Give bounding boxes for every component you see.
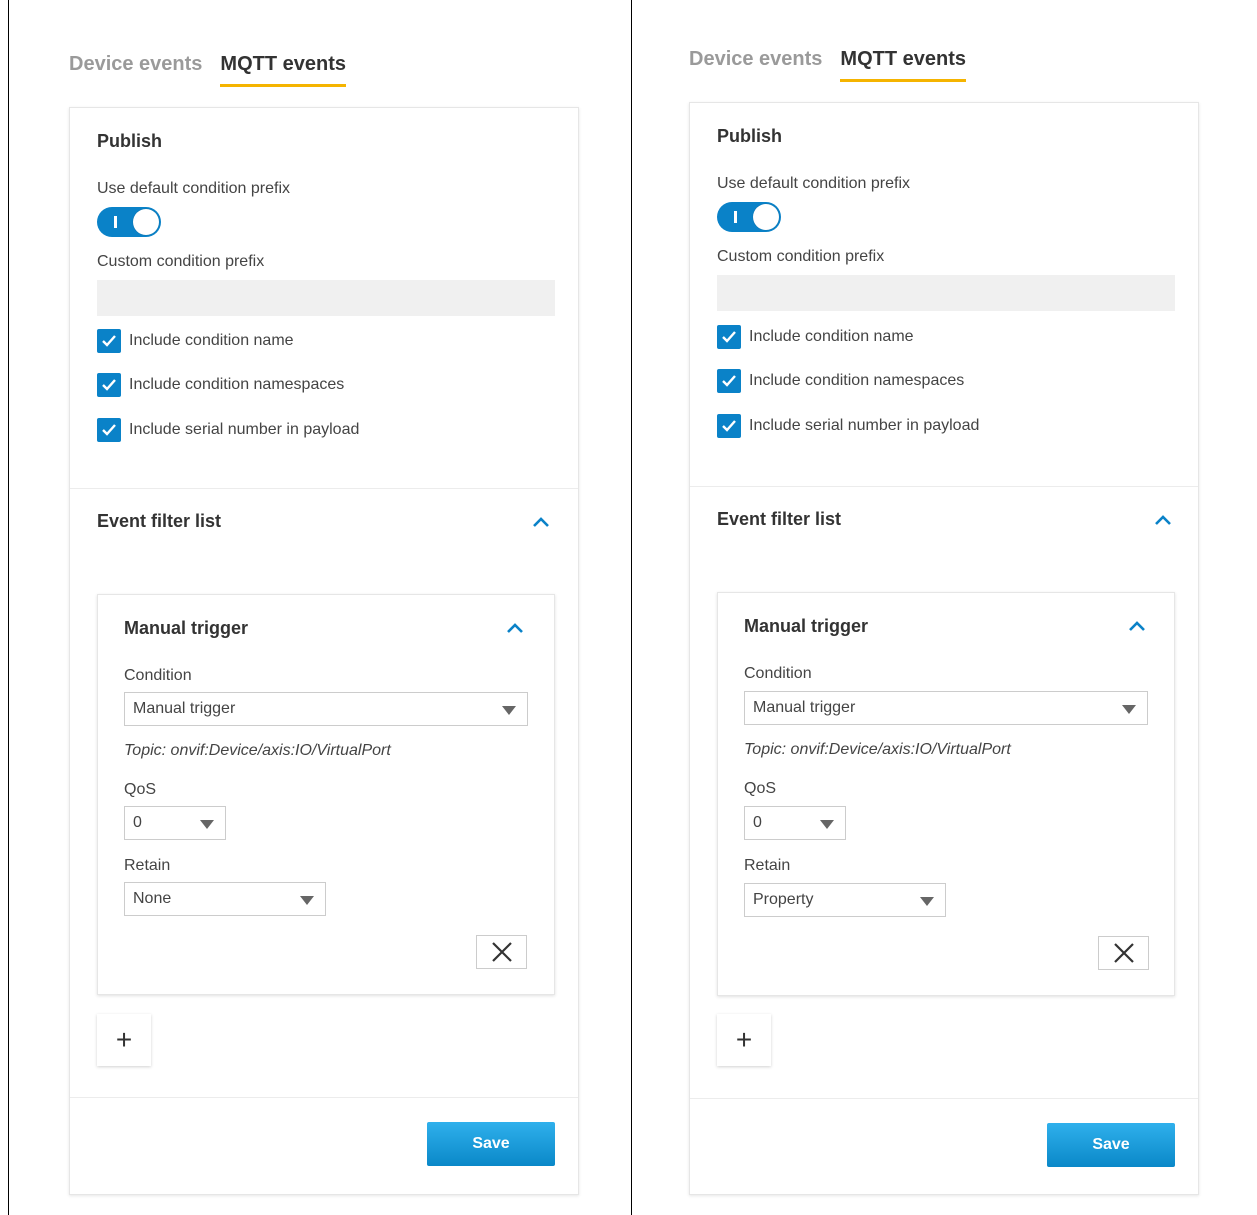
retain-value: None: [133, 890, 172, 907]
qos-value: 0: [753, 814, 762, 831]
dropdown-arrow-icon: [300, 896, 314, 905]
toggle-on-mark: [734, 211, 737, 223]
qos-select[interactable]: 0: [744, 806, 846, 840]
filter-item-title: Manual trigger: [124, 618, 249, 638]
close-icon: [1113, 943, 1134, 963]
checkbox-checked-icon: [97, 418, 121, 442]
qos-label: QoS: [124, 781, 157, 798]
include-condition-name-checkbox[interactable]: Include condition name: [717, 325, 914, 349]
checkbox-label: Include serial number in payload: [749, 417, 980, 434]
custom-prefix-label: Custom condition prefix: [97, 253, 265, 270]
chevron-up-icon[interactable]: [1128, 619, 1146, 637]
checkbox-label: Include serial number in payload: [129, 421, 360, 438]
retain-select[interactable]: None: [124, 882, 326, 916]
dropdown-arrow-icon: [502, 706, 516, 715]
tab-mqtt-events[interactable]: MQTT events: [840, 48, 966, 82]
chevron-up-icon[interactable]: [506, 621, 524, 639]
save-section: Save: [690, 1098, 1198, 1194]
condition-value: Manual trigger: [133, 700, 236, 717]
condition-value: Manual trigger: [753, 699, 856, 716]
include-condition-namespaces-checkbox[interactable]: Include condition namespaces: [717, 369, 964, 393]
publish-section: Publish Use default condition prefix Cus…: [690, 103, 1198, 486]
mqtt-settings-card: Publish Use default condition prefix Cus…: [689, 102, 1199, 1195]
qos-label: QoS: [744, 780, 777, 797]
remove-filter-button[interactable]: [1098, 936, 1149, 970]
save-button[interactable]: Save: [1047, 1123, 1175, 1167]
save-section: Save: [70, 1097, 578, 1194]
retain-value: Property: [753, 891, 814, 908]
default-prefix-toggle[interactable]: [97, 207, 161, 237]
event-tabs: Device events MQTT events: [69, 53, 346, 87]
dropdown-arrow-icon: [920, 897, 934, 906]
event-filter-title: Event filter list: [97, 511, 222, 531]
chevron-up-icon[interactable]: [532, 515, 550, 533]
filter-item-title: Manual trigger: [744, 616, 869, 636]
tab-device-events[interactable]: Device events: [69, 53, 202, 87]
condition-select[interactable]: Manual trigger: [124, 692, 528, 726]
event-filter-section: Event filter list Manual trigger Conditi…: [70, 488, 578, 1097]
toggle-knob: [753, 204, 779, 230]
include-condition-name-checkbox[interactable]: Include condition name: [97, 329, 294, 353]
publish-title: Publish: [717, 126, 783, 146]
tab-mqtt-events[interactable]: MQTT events: [220, 53, 346, 87]
add-filter-button[interactable]: +: [97, 1014, 151, 1066]
event-filter-title: Event filter list: [717, 509, 842, 529]
dropdown-arrow-icon: [1122, 705, 1136, 714]
publish-title: Publish: [97, 131, 163, 151]
default-prefix-label: Use default condition prefix: [97, 180, 290, 197]
checkbox-checked-icon: [717, 369, 741, 393]
checkbox-label: Include condition namespaces: [749, 372, 965, 389]
checkbox-checked-icon: [97, 329, 121, 353]
retain-select[interactable]: Property: [744, 883, 946, 917]
save-button[interactable]: Save: [427, 1122, 555, 1166]
chevron-up-icon[interactable]: [1154, 513, 1172, 531]
default-prefix-label: Use default condition prefix: [717, 175, 910, 192]
checkbox-label: Include condition namespaces: [129, 376, 345, 393]
topic-text: Topic: onvif:Device/axis:IO/VirtualPort: [744, 741, 1011, 758]
retain-label: Retain: [124, 857, 171, 874]
custom-prefix-input[interactable]: [97, 280, 555, 316]
topic-text: Topic: onvif:Device/axis:IO/VirtualPort: [124, 742, 391, 759]
checkbox-checked-icon: [717, 325, 741, 349]
condition-label: Condition: [124, 667, 192, 684]
event-tabs: Device events MQTT events: [689, 48, 966, 82]
checkbox-checked-icon: [717, 414, 741, 438]
include-serial-number-checkbox[interactable]: Include serial number in payload: [717, 414, 979, 438]
toggle-knob: [133, 209, 159, 235]
include-serial-number-checkbox[interactable]: Include serial number in payload: [97, 418, 359, 442]
default-prefix-toggle[interactable]: [717, 202, 781, 232]
condition-label: Condition: [744, 665, 812, 682]
page-border-left: [8, 0, 9, 1215]
checkbox-label: Include condition name: [129, 332, 294, 349]
dropdown-arrow-icon: [820, 820, 834, 829]
dropdown-arrow-icon: [200, 820, 214, 829]
mqtt-settings-card: Publish Use default condition prefix Cus…: [69, 107, 579, 1195]
add-filter-button[interactable]: +: [717, 1014, 771, 1066]
tab-device-events[interactable]: Device events: [689, 48, 822, 82]
toggle-on-mark: [114, 216, 117, 228]
checkbox-checked-icon: [97, 373, 121, 397]
filter-item-card: Manual trigger Condition Manual trigger …: [717, 592, 1175, 996]
remove-filter-button[interactable]: [476, 935, 527, 969]
qos-select[interactable]: 0: [124, 806, 226, 840]
filter-item-card: Manual trigger Condition Manual trigger …: [97, 594, 555, 995]
event-filter-section: Event filter list Manual trigger Conditi…: [690, 486, 1198, 1098]
column-divider: [631, 0, 632, 1215]
qos-value: 0: [133, 814, 142, 831]
include-condition-namespaces-checkbox[interactable]: Include condition namespaces: [97, 373, 344, 397]
checkbox-label: Include condition name: [749, 328, 914, 345]
close-icon: [491, 942, 512, 962]
custom-prefix-label: Custom condition prefix: [717, 248, 885, 265]
condition-select[interactable]: Manual trigger: [744, 691, 1148, 725]
custom-prefix-input[interactable]: [717, 275, 1175, 311]
retain-label: Retain: [744, 857, 791, 874]
publish-section: Publish Use default condition prefix Cus…: [70, 108, 578, 488]
